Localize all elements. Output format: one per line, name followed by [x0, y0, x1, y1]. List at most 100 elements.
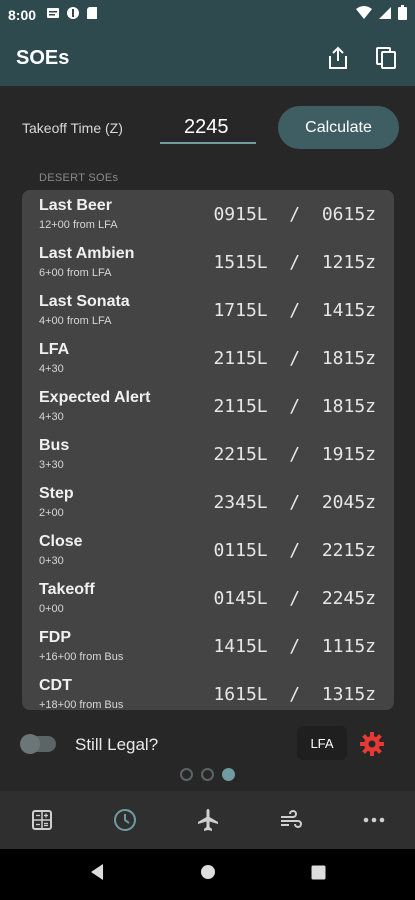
takeoff-time-input[interactable] — [160, 112, 256, 144]
soe-offset: 4+00 from LFA — [39, 315, 112, 327]
soe-local-time: 1615L — [213, 684, 268, 705]
soe-local-time: 0115L — [213, 540, 268, 561]
soe-local-time: 1515L — [213, 252, 268, 273]
soe-times: 2115L / 1815z — [213, 396, 376, 417]
soe-row-close: Close 0+30 0115L / 2215z — [22, 526, 394, 574]
settings-button[interactable] — [359, 731, 385, 757]
home-button[interactable] — [200, 864, 216, 885]
soe-times: 1615L / 1315z — [213, 684, 376, 705]
soe-times: 1415L / 1115z — [213, 636, 376, 657]
soe-offset: 4+30 — [39, 363, 64, 375]
soe-zulu-time: 1115z — [321, 636, 376, 657]
nav-calculator[interactable] — [0, 791, 83, 849]
soe-row-lfa: LFA 4+30 2115L / 1815z — [22, 334, 394, 382]
soe-zulu-time: 2245z — [321, 588, 376, 609]
soe-local-time: 1715L — [213, 300, 268, 321]
soe-local-time: 1415L — [213, 636, 268, 657]
notification-icons — [46, 6, 98, 25]
soe-times: 0115L / 2215z — [213, 540, 376, 561]
soe-times: 2215L / 1915z — [213, 444, 376, 465]
page-dot[interactable] — [180, 768, 193, 781]
soe-zulu-time: 1215z — [321, 252, 376, 273]
soe-zulu-time: 1915z — [321, 444, 376, 465]
share-button[interactable] — [325, 45, 351, 71]
soe-times: 2115L / 1815z — [213, 348, 376, 369]
still-legal-label: Still Legal? — [75, 735, 159, 754]
nav-more[interactable] — [332, 791, 415, 849]
main-content: Takeoff Time (Z) Calculate DESERT SOEs L… — [0, 86, 415, 791]
soe-row-last-sonata: Last Sonata 4+00 from LFA 1715L / 1415z — [22, 286, 394, 334]
soe-name: Takeoff — [39, 581, 95, 598]
soe-zulu-time: 0615z — [321, 204, 376, 225]
airplane-icon — [197, 809, 218, 831]
soe-offset: 4+30 — [39, 411, 64, 423]
share-icon — [329, 46, 347, 69]
soe-times: 1715L / 1415z — [213, 300, 376, 321]
legal-row: Still Legal? LFA — [0, 722, 415, 766]
soe-times: 2345L / 2045z — [213, 492, 376, 513]
soe-local-time: 2215L — [213, 444, 268, 465]
soe-name: FDP — [39, 629, 71, 646]
more-icon — [363, 817, 384, 823]
soe-times: 0915L / 0615z — [213, 204, 376, 225]
page-title: SOEs — [16, 46, 70, 69]
soe-name: Step — [39, 485, 74, 502]
soe-offset: 0+30 — [39, 555, 64, 567]
battery-icon — [398, 5, 407, 25]
soe-row-expected-alert: Expected Alert 4+30 2115L / 1815z — [22, 382, 394, 430]
soe-times: 0145L / 2245z — [213, 588, 376, 609]
clock-icon — [113, 809, 136, 831]
soe-row-cdt: CDT +18+00 from Bus 1615L / 1315z — [22, 670, 394, 710]
soe-offset: 3+30 — [39, 459, 64, 471]
soe-name: Close — [39, 533, 83, 550]
soe-row-last-beer: Last Beer 12+00 from LFA 0915L / 0615z — [22, 190, 394, 238]
wind-icon — [280, 810, 302, 828]
soe-local-time: 2115L — [213, 396, 268, 417]
takeoff-time-label: Takeoff Time (Z) — [22, 120, 123, 136]
soe-zulu-time: 1815z — [321, 396, 376, 417]
nav-aircraft[interactable] — [166, 791, 249, 849]
soe-zulu-time: 2045z — [321, 492, 376, 513]
status-time: 8:00 — [8, 7, 37, 23]
soe-offset: 12+00 from LFA — [39, 219, 118, 231]
soe-row-fdp: FDP +16+00 from Bus 1415L / 1115z — [22, 622, 394, 670]
still-legal-toggle[interactable] — [20, 734, 56, 754]
gear-icon — [360, 732, 384, 756]
system-status-icons — [356, 5, 407, 25]
page-dot[interactable] — [201, 768, 214, 781]
soe-zulu-time: 1815z — [321, 348, 376, 369]
lfa-chip-button[interactable]: LFA — [297, 726, 347, 760]
soe-zulu-time: 2215z — [321, 540, 376, 561]
copy-button[interactable] — [373, 45, 399, 71]
copy-icon — [376, 47, 396, 69]
signal-icon — [378, 6, 392, 25]
soe-local-time: 2345L — [213, 492, 268, 513]
system-nav-bar — [0, 849, 415, 900]
soe-row-last-ambien: Last Ambien 6+00 from LFA 1515L / 1215z — [22, 238, 394, 286]
page-dot-active[interactable] — [222, 768, 235, 781]
soe-local-time: 2115L — [213, 348, 268, 369]
soe-local-time: 0145L — [213, 588, 268, 609]
soe-name: Last Ambien — [39, 245, 135, 262]
soe-offset: +16+00 from Bus — [39, 651, 124, 663]
recents-icon — [311, 865, 326, 879]
nav-weather[interactable] — [249, 791, 332, 849]
toggle-knob — [20, 734, 40, 754]
soe-list[interactable]: Last Beer 12+00 from LFA 0915L / 0615z L… — [22, 190, 394, 710]
soe-name: Expected Alert — [39, 389, 151, 406]
page-indicator — [0, 768, 415, 784]
soe-name: CDT — [39, 677, 72, 694]
soe-name: Last Beer — [39, 197, 112, 214]
soe-zulu-time: 1415z — [321, 300, 376, 321]
sd-card-icon — [86, 6, 98, 25]
calculate-button[interactable]: Calculate — [278, 106, 399, 149]
nav-soes[interactable] — [83, 791, 166, 849]
recents-button[interactable] — [311, 865, 326, 885]
soe-zulu-time: 1315z — [321, 684, 376, 705]
message-icon — [46, 6, 60, 25]
soe-offset: +18+00 from Bus — [39, 699, 124, 710]
wifi-icon — [356, 5, 372, 25]
soe-row-bus: Bus 3+30 2215L / 1915z — [22, 430, 394, 478]
back-button[interactable] — [89, 863, 105, 886]
soe-row-takeoff: Takeoff 0+00 0145L / 2245z — [22, 574, 394, 622]
